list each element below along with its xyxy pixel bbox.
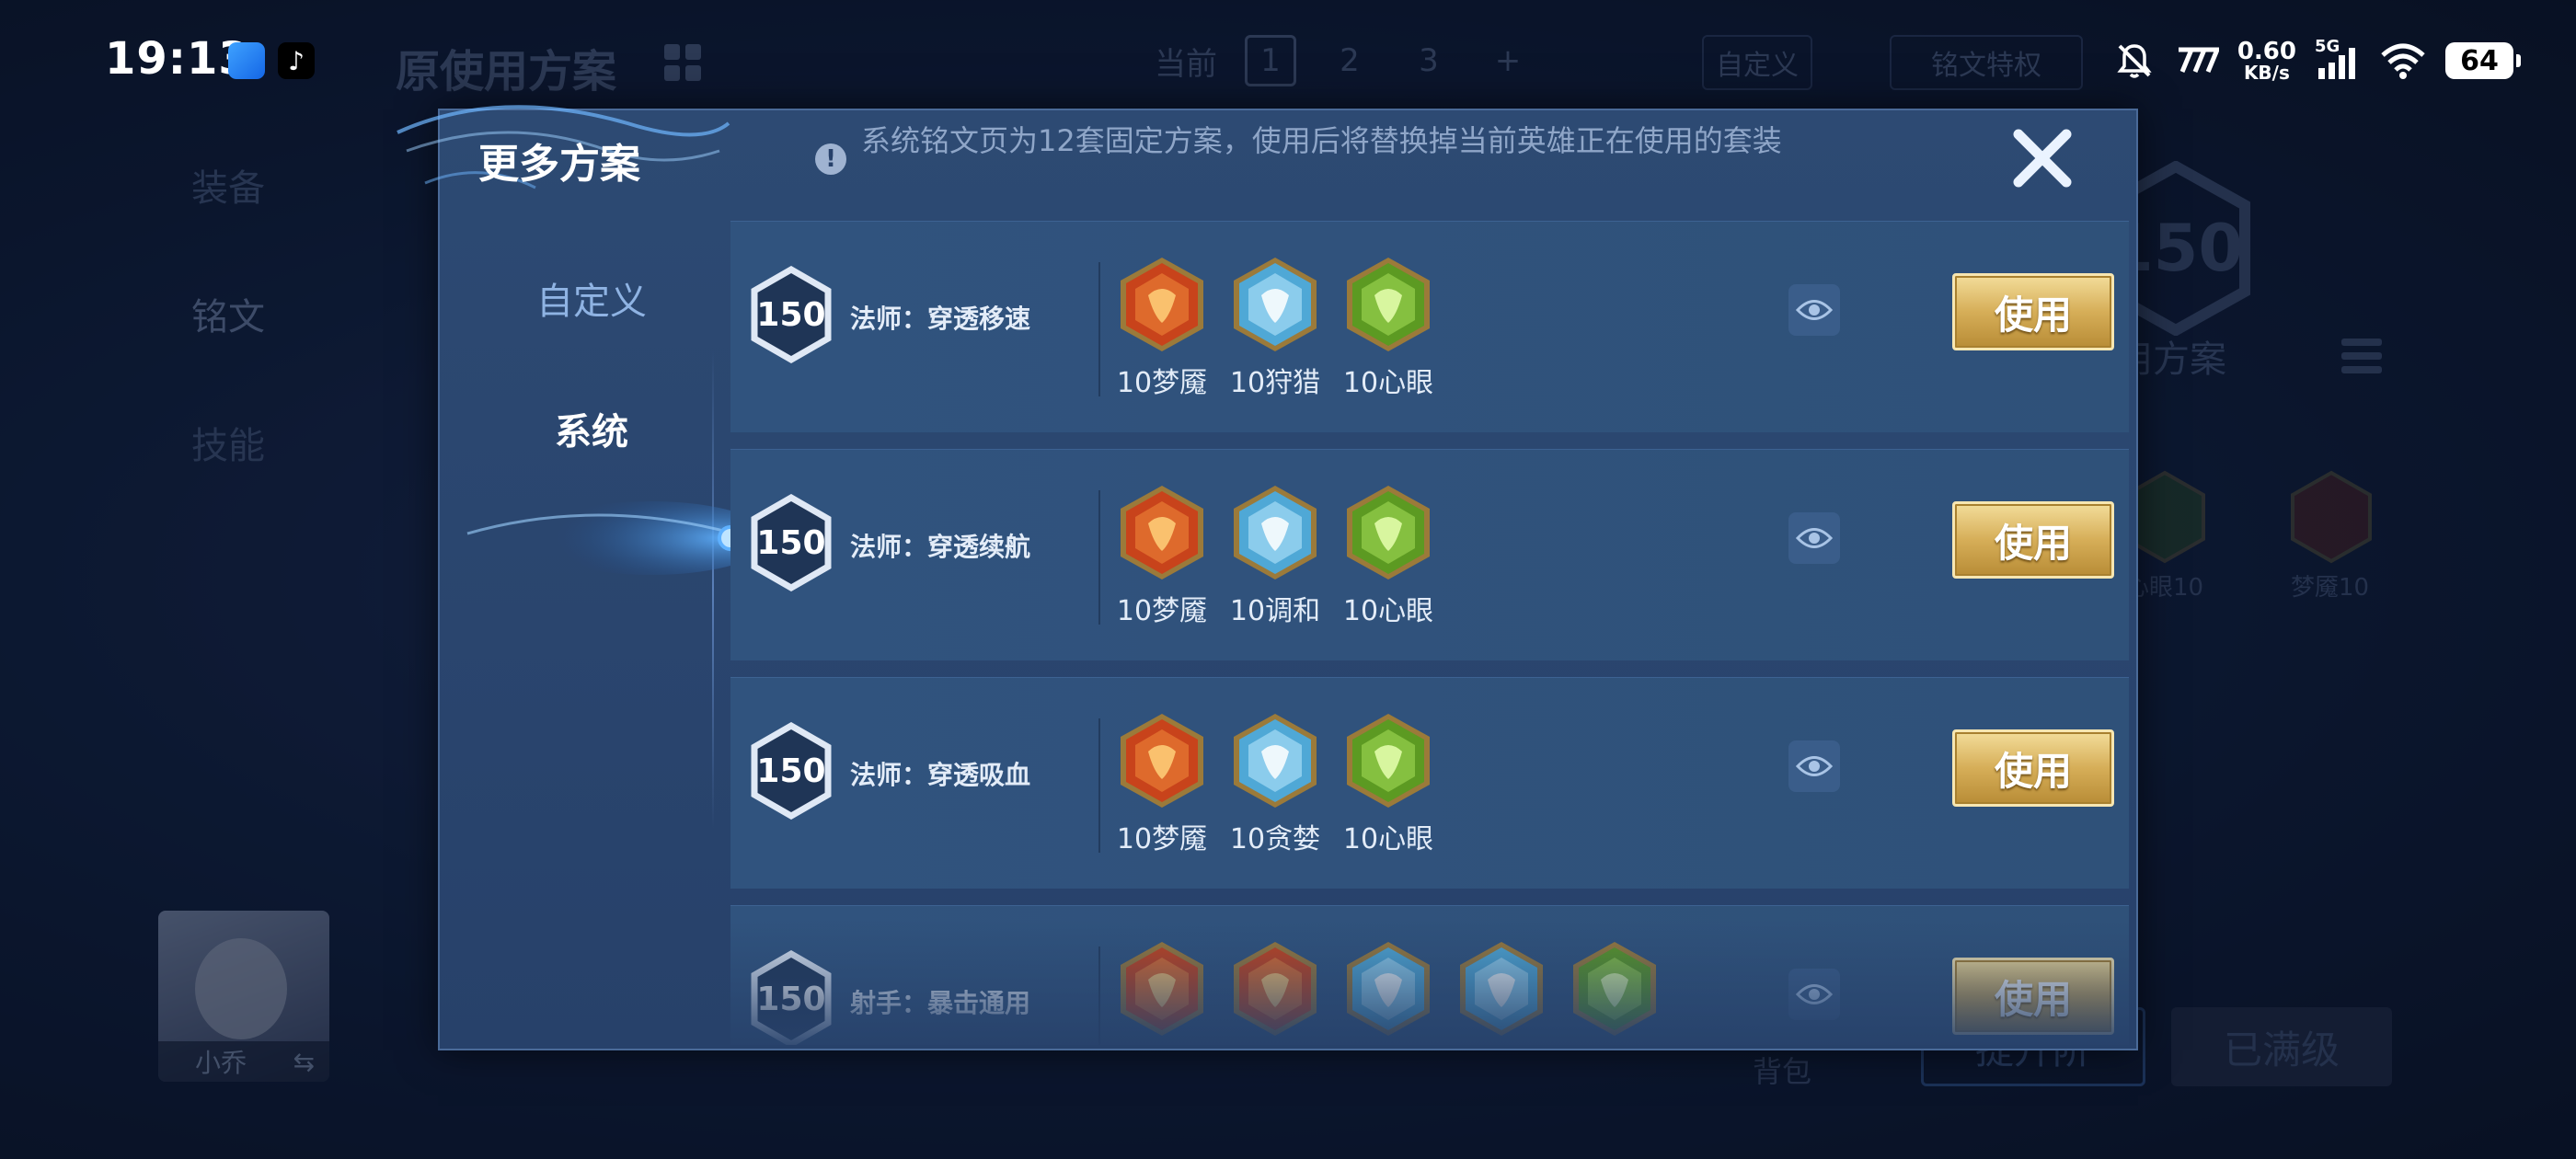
green-gem-icon [1570, 939, 1660, 1039]
eye-icon [1796, 984, 1833, 1004]
use-plan-button[interactable]: 使用 [1952, 958, 2114, 1035]
row-divider [1098, 718, 1100, 853]
dialog-description: 系统铭文页为12套固定方案，使用后将替换掉当前英雄正在使用的套装 [861, 123, 1782, 158]
blue-tanlan-gem-icon [1230, 711, 1320, 810]
level-badge: 150 [749, 266, 834, 363]
gem-label: 10梦魇 [1116, 367, 1208, 399]
close-button[interactable] [2007, 123, 2077, 193]
gem-label: 10心眼 [1342, 367, 1434, 399]
use-plan-button[interactable]: 使用 [1952, 729, 2114, 807]
tab-custom[interactable]: 自定义 [440, 252, 743, 344]
preview-eye-button[interactable] [1788, 512, 1840, 564]
plan-row: 150 法师：穿透续航 10梦魇 10调和 10心眼 使用 [730, 449, 2129, 660]
battery-indicator: 64 [2445, 42, 2521, 79]
cellular-signal-icon: 5G [2315, 37, 2361, 81]
wifi-icon [2381, 43, 2425, 79]
plan-tabs: 自定义 系统 [440, 212, 753, 1039]
network-speed: 0.60 KB/s [2237, 38, 2296, 84]
preview-eye-button[interactable] [1788, 284, 1840, 336]
plan-name: 法师：穿透吸血 [850, 760, 1031, 790]
level-badge: 150 [749, 494, 834, 591]
blue-shoulie-gem-icon [1343, 939, 1433, 1039]
app-notification-icon [228, 42, 265, 79]
more-plans-dialog: 更多方案 ! 系统铭文页为12套固定方案，使用后将替换掉当前英雄正在使用的套装 … [397, 105, 2138, 1050]
blue-tiaohe-gem-icon [1230, 483, 1320, 582]
gem-label: 10调和 [1229, 595, 1321, 627]
eye-icon [1796, 300, 1833, 320]
row-divider [1098, 490, 1100, 625]
plan-name: 法师：穿透移速 [850, 304, 1031, 334]
status-bar: 19:13 ♪ 0.60 KB/s 5G 64 [0, 0, 2576, 110]
plan-name: 射手：暴击通用 [850, 988, 1031, 1018]
plan-row: 150 法师：穿透移速 10梦魇 10狩猎 10心眼 使用 [730, 221, 2129, 432]
plan-row: 150 法师：穿透吸血 10梦魇 10贪婪 10心眼 使用 [730, 677, 2129, 889]
mute-bell-icon [2117, 44, 2152, 78]
preview-eye-button[interactable] [1788, 969, 1840, 1020]
red-mengyan-gem-icon [1117, 255, 1207, 354]
tiktok-icon: ♪ [278, 42, 315, 79]
blue-gem-icon [1456, 939, 1547, 1039]
green-xinyan-gem-icon [1343, 711, 1433, 810]
plan-list[interactable]: 150 法师：穿透移速 10梦魇 10狩猎 10心眼 使用 150 法师：穿透续航 10梦魇 10… [730, 221, 2129, 1045]
plan-name: 法师：穿透续航 [850, 532, 1031, 562]
gem-label: 10梦魇 [1116, 823, 1208, 855]
use-plan-button[interactable]: 使用 [1952, 273, 2114, 350]
level-badge: 150 [749, 950, 834, 1045]
eye-icon [1796, 528, 1833, 548]
gem-label: 10心眼 [1342, 823, 1434, 855]
red-gem-icon [1230, 939, 1320, 1039]
active-tab-glow [466, 501, 753, 575]
plan-row: 150 射手：暴击通用 使用 [730, 905, 2129, 1045]
blue-shoulie-gem-icon [1230, 255, 1320, 354]
red-mengyan-gem-icon [1117, 711, 1207, 810]
gem-label: 10心眼 [1342, 595, 1434, 627]
gem-label: 10贪婪 [1229, 823, 1321, 855]
row-divider [1098, 262, 1100, 396]
green-xinyan-gem-icon [1343, 483, 1433, 582]
gem-label: 10梦魇 [1116, 595, 1208, 627]
gem-label: 10狩猎 [1229, 367, 1321, 399]
dialog-title: 更多方案 [478, 141, 640, 188]
red-mengyan-gem-icon [1117, 483, 1207, 582]
use-plan-button[interactable]: 使用 [1952, 501, 2114, 579]
game-mode-icon [2178, 47, 2219, 73]
row-divider [1098, 947, 1100, 1045]
tab-system[interactable]: 系统 [440, 383, 743, 475]
info-icon: ! [815, 143, 846, 175]
level-badge: 150 [749, 722, 834, 820]
red-gem-icon [1117, 939, 1207, 1039]
dialog-header: 更多方案 ! 系统铭文页为12套固定方案，使用后将替换掉当前英雄正在使用的套装 [440, 110, 2136, 212]
green-xinyan-gem-icon [1343, 255, 1433, 354]
eye-icon [1796, 756, 1833, 776]
preview-eye-button[interactable] [1788, 740, 1840, 792]
